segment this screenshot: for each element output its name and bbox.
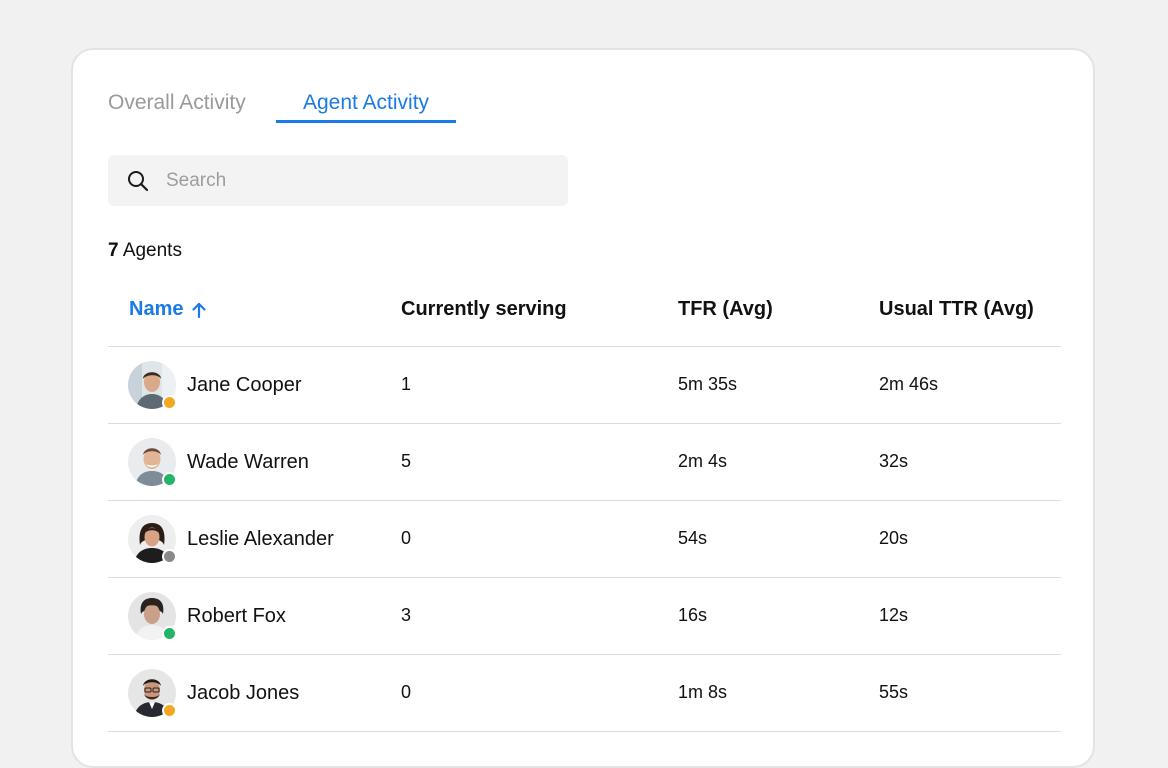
ttr-value: 55s [879, 682, 909, 702]
arrow-up-icon [191, 301, 207, 319]
ttr-value: 20s [879, 528, 909, 548]
table-row[interactable]: Jacob Jones 0 1m 8s 55s [108, 655, 1061, 732]
ttr-value: 12s [879, 605, 909, 625]
currently-serving-value: 5 [401, 451, 412, 471]
agent-name: Jacob Jones [187, 681, 300, 704]
table-row[interactable]: Leslie Alexander 0 54s 20s [108, 501, 1061, 578]
ttr-value: 32s [879, 451, 909, 471]
agent-activity-card: Overall Activity Agent Activity 7 Agents… [71, 48, 1095, 768]
status-indicator [162, 549, 177, 564]
agent-name: Leslie Alexander [187, 527, 334, 550]
avatar [128, 515, 177, 564]
status-indicator [162, 472, 177, 487]
search-icon [126, 169, 150, 193]
agent-name-cell: Jane Cooper [128, 361, 302, 410]
column-header-name[interactable]: Name [129, 298, 207, 321]
agent-name-cell: Leslie Alexander [128, 515, 334, 564]
avatar [128, 592, 177, 641]
avatar [128, 669, 177, 718]
column-header-currently-serving[interactable]: Currently serving [401, 298, 567, 321]
table-row[interactable]: Wade Warren 5 2m 4s 32s [108, 424, 1061, 501]
status-indicator [162, 395, 177, 410]
agent-name: Jane Cooper [187, 373, 302, 396]
tfr-value: 2m 4s [678, 451, 728, 471]
tfr-value: 16s [678, 605, 708, 625]
column-header-name-label: Name [129, 298, 184, 320]
currently-serving-value: 1 [401, 374, 412, 394]
agent-name: Wade Warren [187, 450, 309, 473]
status-indicator [162, 626, 177, 641]
agents-table: Name Currently serving TFR (Avg) Usual T… [108, 286, 1061, 732]
table-header: Name Currently serving TFR (Avg) Usual T… [108, 286, 1061, 347]
tfr-value: 54s [678, 528, 708, 548]
currently-serving-value: 0 [401, 528, 412, 548]
search-box[interactable] [108, 155, 568, 206]
table-row[interactable]: Jane Cooper 1 5m 35s 2m 46s [108, 347, 1061, 424]
currently-serving-value: 0 [401, 682, 412, 702]
avatar [128, 438, 177, 487]
tab-bar: Overall Activity Agent Activity [108, 86, 457, 124]
column-header-tfr[interactable]: TFR (Avg) [678, 298, 773, 321]
avatar [128, 361, 177, 410]
agents-count-label: Agents [122, 240, 182, 261]
status-indicator [162, 703, 177, 718]
tab-agent-activity[interactable]: Agent Activity [276, 86, 457, 124]
agent-name-cell: Robert Fox [128, 592, 286, 641]
search-input[interactable] [166, 169, 526, 192]
table-row[interactable]: Robert Fox 3 16s 12s [108, 578, 1061, 655]
tfr-value: 1m 8s [678, 682, 728, 702]
agent-name-cell: Jacob Jones [128, 669, 300, 718]
agents-count-number: 7 [108, 240, 119, 261]
tab-overall-activity[interactable]: Overall Activity [108, 86, 276, 124]
currently-serving-value: 3 [401, 605, 412, 625]
tfr-value: 5m 35s [678, 374, 738, 394]
agents-count: 7 Agents [108, 240, 182, 262]
ttr-value: 2m 46s [879, 374, 939, 394]
agent-name-cell: Wade Warren [128, 438, 309, 487]
column-header-ttr[interactable]: Usual TTR (Avg) [879, 298, 1034, 321]
agent-name: Robert Fox [187, 604, 286, 627]
